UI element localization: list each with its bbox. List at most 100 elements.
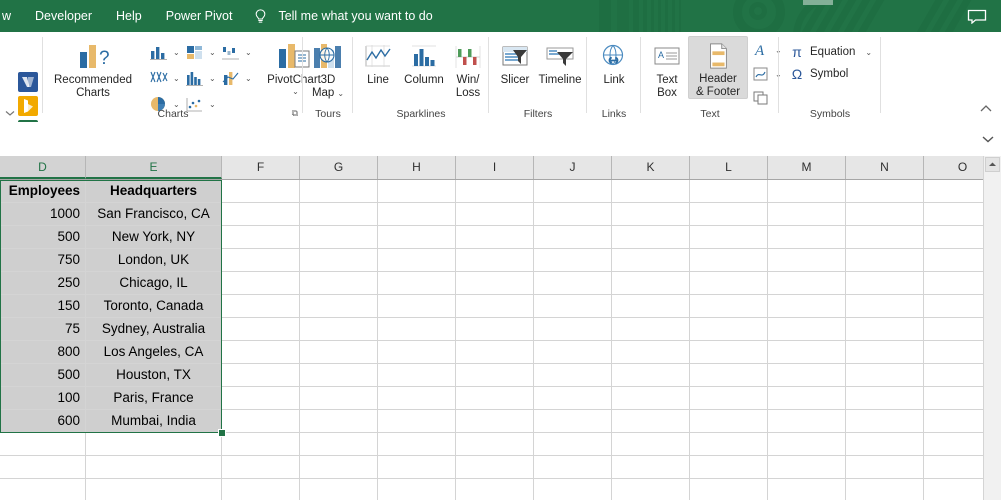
- chevron-down-icon[interactable]: ⌄: [173, 74, 180, 83]
- cell-empty[interactable]: [456, 295, 534, 318]
- cell-empty[interactable]: [846, 180, 924, 203]
- cell-empty[interactable]: [534, 249, 612, 272]
- cell-empty[interactable]: [86, 433, 222, 456]
- charts-dialog-launcher[interactable]: ⧉: [292, 108, 298, 119]
- signature-line-button[interactable]: ⌄: [750, 64, 782, 84]
- cell-D9[interactable]: 500: [0, 364, 86, 387]
- cell-empty[interactable]: [300, 318, 378, 341]
- cell-E4[interactable]: London, UK: [86, 249, 222, 272]
- column-header-f[interactable]: F: [222, 156, 300, 179]
- cell-empty[interactable]: [534, 272, 612, 295]
- cell-empty[interactable]: [768, 364, 846, 387]
- cell-empty[interactable]: [846, 410, 924, 433]
- cell-empty[interactable]: [378, 387, 456, 410]
- cell-empty[interactable]: [768, 272, 846, 295]
- cell-empty[interactable]: [690, 203, 768, 226]
- line-chart-button[interactable]: ⌄: [184, 68, 216, 88]
- cell-empty[interactable]: [456, 387, 534, 410]
- cell-empty[interactable]: [86, 479, 222, 500]
- cell-empty[interactable]: [612, 456, 690, 479]
- cell-empty[interactable]: [690, 295, 768, 318]
- cell-empty[interactable]: [222, 272, 300, 295]
- cell-empty[interactable]: [690, 318, 768, 341]
- cell-empty[interactable]: [768, 295, 846, 318]
- column-header-j[interactable]: J: [534, 156, 612, 179]
- cell-empty[interactable]: [378, 479, 456, 500]
- cell-empty[interactable]: [846, 203, 924, 226]
- cell-empty[interactable]: [300, 410, 378, 433]
- cell-empty[interactable]: [534, 433, 612, 456]
- cell-empty[interactable]: [846, 249, 924, 272]
- column-header-n[interactable]: N: [846, 156, 924, 179]
- cell-empty[interactable]: [300, 295, 378, 318]
- column-header-k[interactable]: K: [612, 156, 690, 179]
- cell-empty[interactable]: [222, 295, 300, 318]
- chevron-down-icon[interactable]: ⌄: [209, 48, 216, 57]
- combo-chart-button[interactable]: ⌄: [220, 68, 252, 88]
- cell-empty[interactable]: [222, 226, 300, 249]
- chevron-down-icon[interactable]: ⌄: [245, 48, 252, 57]
- equation-button[interactable]: π Equation ⌄: [788, 44, 872, 60]
- cell-empty[interactable]: [768, 203, 846, 226]
- cell-empty[interactable]: [534, 479, 612, 500]
- cell-empty[interactable]: [534, 456, 612, 479]
- cell-D6[interactable]: 150: [0, 295, 86, 318]
- chevron-down-icon[interactable]: [4, 108, 16, 118]
- chevron-down-icon[interactable]: ⌄: [173, 48, 180, 57]
- cell-empty[interactable]: [456, 456, 534, 479]
- cell-empty[interactable]: [456, 180, 534, 203]
- cell-empty[interactable]: [768, 387, 846, 410]
- cell-E7[interactable]: Sydney, Australia: [86, 318, 222, 341]
- fill-handle[interactable]: [218, 429, 226, 437]
- cell-empty[interactable]: [612, 410, 690, 433]
- cell-empty[interactable]: [846, 364, 924, 387]
- cell-empty[interactable]: [300, 272, 378, 295]
- tab-view-clipped[interactable]: w: [0, 0, 23, 32]
- header-footer-button[interactable]: Header & Footer: [688, 36, 748, 99]
- column-chart-button[interactable]: ⌄: [148, 42, 180, 62]
- cell-empty[interactable]: [690, 272, 768, 295]
- cell-empty[interactable]: [300, 226, 378, 249]
- chevron-down-icon[interactable]: ⌄: [209, 74, 216, 83]
- cell-empty[interactable]: [534, 364, 612, 387]
- chevron-down-icon[interactable]: ⌄: [337, 89, 344, 98]
- cell-empty[interactable]: [456, 318, 534, 341]
- cell-empty[interactable]: [222, 180, 300, 203]
- statistic-chart-button[interactable]: ⌄: [148, 68, 180, 88]
- comment-icon[interactable]: [967, 9, 987, 24]
- chevron-down-icon[interactable]: [981, 133, 995, 145]
- cell-empty[interactable]: [690, 410, 768, 433]
- cell-empty[interactable]: [456, 341, 534, 364]
- cell-empty[interactable]: [768, 410, 846, 433]
- cell-empty[interactable]: [300, 456, 378, 479]
- tab-developer[interactable]: Developer: [23, 0, 104, 32]
- cell-empty[interactable]: [534, 387, 612, 410]
- cell-empty[interactable]: [846, 456, 924, 479]
- cell-empty[interactable]: [768, 318, 846, 341]
- cell-empty[interactable]: [456, 433, 534, 456]
- column-header-l[interactable]: L: [690, 156, 768, 179]
- scroll-up-arrow-icon[interactable]: [985, 157, 1000, 172]
- chevron-down-icon[interactable]: ⌄: [245, 74, 252, 83]
- cell-empty[interactable]: [846, 387, 924, 410]
- cell-empty[interactable]: [846, 433, 924, 456]
- cell-D10[interactable]: 100: [0, 387, 86, 410]
- cell-empty[interactable]: [612, 341, 690, 364]
- chevron-down-icon[interactable]: ⌄: [865, 48, 872, 57]
- cell-empty[interactable]: [612, 203, 690, 226]
- column-header-i[interactable]: I: [456, 156, 534, 179]
- cell-empty[interactable]: [456, 203, 534, 226]
- cell-E6[interactable]: Toronto, Canada: [86, 295, 222, 318]
- cell-empty[interactable]: [534, 341, 612, 364]
- cell-empty[interactable]: [378, 226, 456, 249]
- cell-D5[interactable]: 250: [0, 272, 86, 295]
- cell-D3[interactable]: 500: [0, 226, 86, 249]
- cell-D11[interactable]: 600: [0, 410, 86, 433]
- cell-empty[interactable]: [612, 249, 690, 272]
- wordart-button[interactable]: A ⌄: [750, 40, 782, 60]
- cell-empty[interactable]: [300, 249, 378, 272]
- cell-empty[interactable]: [456, 410, 534, 433]
- cell-empty[interactable]: [534, 410, 612, 433]
- cell-empty[interactable]: [378, 203, 456, 226]
- cell-empty[interactable]: [222, 364, 300, 387]
